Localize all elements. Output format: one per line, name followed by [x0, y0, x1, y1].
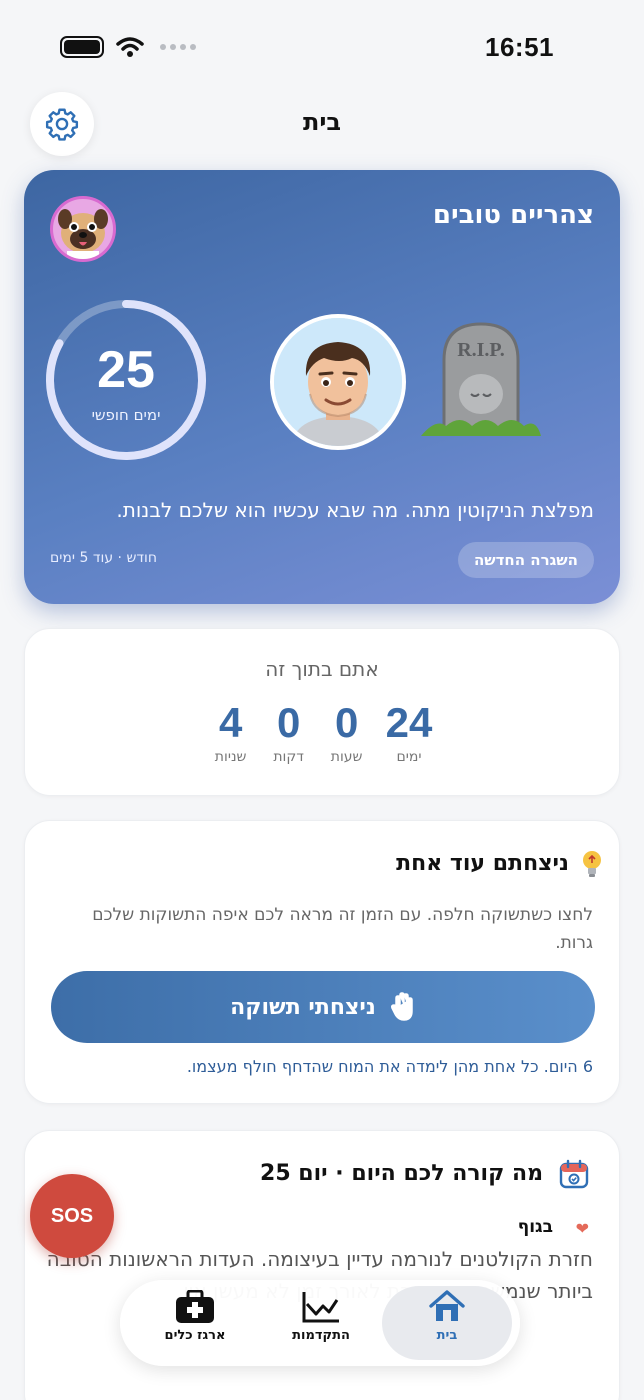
timer-days-value: 24: [385, 699, 433, 746]
timer-minutes-value: 0: [276, 699, 301, 746]
timer-seconds-label: שניות: [214, 749, 247, 765]
timer-title: אתם בתוך זה: [265, 657, 379, 681]
timer-days: 24 ימים: [385, 699, 433, 766]
tombstone-text: R.I.P.: [457, 339, 505, 361]
timer-days-label: ימים: [396, 749, 422, 765]
sos-button[interactable]: SOS: [30, 1174, 114, 1258]
phase-badge[interactable]: השגרה החדשה: [457, 542, 594, 578]
page-title: בית: [302, 108, 342, 136]
timer-card: אתם בתוך זה 24 ימים 0 שעות 0 דקות 4 שניו…: [24, 628, 620, 796]
pug-avatar[interactable]: [50, 196, 116, 262]
body-section-label: בגוף: [517, 1217, 553, 1237]
greeting: צהריים טובים: [432, 200, 594, 230]
nav-toolkit[interactable]: ארגז כלים: [130, 1286, 260, 1360]
craving-footer: 6 היום. כל אחת מהן לימדה את המוח שהדחף ח…: [186, 1057, 593, 1076]
signal-icon: [160, 44, 196, 50]
heart-icon: ❤: [575, 1219, 589, 1238]
craving-card: ניצחתם עוד אחת לחצו כשתשוקה חלפה. עם הזמ…: [24, 820, 620, 1104]
craving-title: ניצחתם עוד אחת: [396, 851, 569, 876]
status-bar: 16:51: [0, 0, 644, 96]
nav-toolkit-label: ארגז כלים: [164, 1328, 226, 1343]
lightbulb-icon: [583, 851, 601, 877]
today-title: מה קורה לכם היום · יום 25: [260, 1161, 543, 1186]
home-icon: [429, 1290, 465, 1321]
wifi-icon: [116, 37, 144, 57]
hero-card: צהריים טובים 25 ימים חופשי R.I.P. מפלצת …: [24, 170, 620, 604]
timer-seconds-value: 4: [218, 699, 243, 746]
timer-units: 24 ימים 0 שעות 0 דקות 4 שניות: [25, 699, 619, 766]
user-avatar: [270, 314, 406, 450]
nav-progress[interactable]: התקדמות: [256, 1286, 386, 1360]
timer-minutes: 0 דקות: [270, 699, 308, 766]
hero-message: מפלצת הניקוטין מתה. מה שבא עכשיו הוא שלכ…: [116, 498, 594, 522]
status-icons: [60, 36, 196, 58]
calendar-icon: [559, 1159, 589, 1189]
chart-icon: [302, 1292, 339, 1323]
days-free-label: ימים חופשי: [91, 406, 161, 424]
timer-hours-label: שעות: [330, 749, 363, 765]
timer-hours: 0 שעות: [328, 699, 366, 766]
nav-progress-label: התקדמות: [292, 1328, 350, 1343]
phase-meta: חודש · עוד 5 ימים: [50, 550, 157, 566]
nav-home-label: בית: [436, 1328, 458, 1343]
timer-minutes-label: דקות: [273, 749, 304, 765]
craving-description: לחצו כשתשוקה חלפה. עם הזמן זה מראה לכם א…: [92, 905, 593, 953]
status-time: 16:51: [485, 32, 554, 62]
tombstone-illustration: R.I.P.: [421, 322, 541, 436]
beat-craving-label: ניצחתי תשוקה: [230, 994, 376, 1020]
bottom-nav: בית התקדמות ארגז כלים: [120, 1280, 520, 1366]
timer-seconds: 4 שניות: [212, 699, 250, 766]
beat-craving-button[interactable]: ניצחתי תשוקה: [51, 971, 595, 1043]
timer-hours-value: 0: [334, 699, 359, 746]
nav-home[interactable]: בית: [382, 1286, 512, 1360]
hand-icon: [390, 992, 413, 1021]
days-free-count: 25: [97, 341, 155, 399]
first-aid-kit-icon: [176, 1290, 214, 1323]
battery-icon: [60, 36, 104, 58]
